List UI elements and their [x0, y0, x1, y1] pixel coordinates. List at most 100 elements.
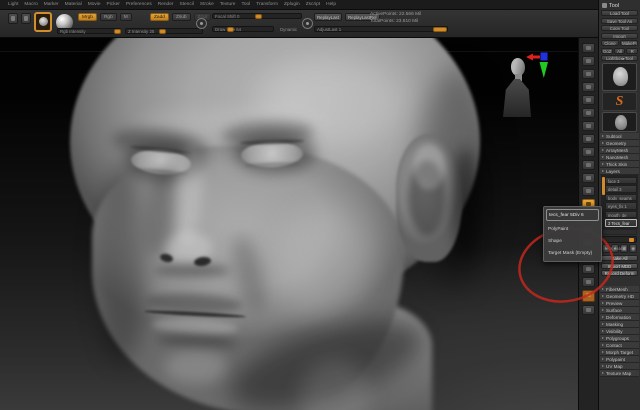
focal-group-icon[interactable]: [196, 18, 207, 29]
menu-item[interactable]: Transform: [256, 2, 278, 7]
seethrough-icon[interactable]: [582, 277, 595, 287]
rgb-intensity-slider[interactable]: Rgb Intensity: [57, 28, 121, 34]
layers-scrollbar[interactable]: [602, 176, 605, 195]
tool-subpalette[interactable]: Thick Skin: [600, 160, 639, 168]
aahalf-icon[interactable]: [582, 95, 595, 105]
menu-item[interactable]: Texture: [220, 2, 236, 7]
tool-subpalette[interactable]: Subtool: [600, 132, 639, 140]
z-intensity-slider[interactable]: Z Intensity 25: [125, 28, 203, 34]
menu-item[interactable]: Marker: [44, 2, 59, 7]
persp-icon[interactable]: [582, 108, 595, 118]
adjust-last-knob[interactable]: [433, 27, 447, 32]
tool-button[interactable]: All: [613, 47, 626, 54]
solo-icon[interactable]: [582, 186, 595, 196]
tool-subpalette[interactable]: Contact: [600, 341, 639, 349]
tool-subpalette-layers[interactable]: Layers: [600, 167, 639, 175]
replay-button[interactable]: ReplayLast: [314, 13, 342, 21]
tool-subpalette[interactable]: FiberMesh: [600, 285, 639, 293]
tool-subpalette[interactable]: Geometry HD: [600, 292, 639, 300]
paint-mode-button[interactable]: Mrgb: [78, 13, 97, 21]
menu-item[interactable]: Movie: [88, 2, 101, 7]
tool-subpalette[interactable]: UV Map: [600, 362, 639, 370]
bpr-icon[interactable]: [582, 43, 595, 53]
simplebrush-thumbnail[interactable]: S: [602, 91, 637, 111]
tool-button[interactable]: Clone: [601, 40, 619, 46]
layer-item[interactable]: 3 Tecs_fear: [605, 219, 637, 227]
document-icon[interactable]: [21, 13, 31, 24]
layer-item[interactable]: face 3: [605, 176, 637, 184]
rgb-intensity-knob[interactable]: [114, 29, 121, 34]
tool-subpalette[interactable]: NanoMesh: [600, 153, 639, 161]
menu-item[interactable]: Picker: [107, 2, 120, 7]
color-swatch[interactable]: [582, 290, 595, 302]
menu-item[interactable]: Stencil: [179, 2, 193, 7]
ghost-icon[interactable]: [582, 173, 595, 183]
draw-size-slider[interactable]: Draw Size 64: [212, 26, 274, 32]
layer-item[interactable]: body_seams: [605, 193, 637, 201]
menu-item[interactable]: Preferences: [126, 2, 152, 7]
tool-subpalette[interactable]: Morph Target: [600, 348, 639, 356]
transp-icon[interactable]: [582, 160, 595, 170]
menu-item[interactable]: Help: [326, 2, 336, 7]
active-tool-thumbnail[interactable]: [602, 62, 637, 91]
layer-item[interactable]: mouth_de: [605, 210, 637, 218]
zoom-icon[interactable]: [582, 69, 595, 79]
lsym-icon[interactable]: [582, 147, 595, 157]
menu-item[interactable]: Stroke: [200, 2, 214, 7]
tool-button[interactable]: Copy Tool: [601, 25, 638, 31]
layer-slider-knob[interactable]: [629, 237, 634, 242]
tool-subpalette[interactable]: Preview: [600, 299, 639, 307]
lightbox-tool-button[interactable]: Lightbox▸Tool: [601, 55, 638, 61]
layers-action-button[interactable]: Import MDD: [601, 262, 638, 269]
paint-mode-button[interactable]: M: [119, 13, 132, 21]
axis-gizmo-icon[interactable]: [526, 52, 548, 80]
canvas-viewport[interactable]: [0, 38, 578, 410]
tool-button[interactable]: MakePolyMesh3D: [620, 40, 638, 46]
tool-button[interactable]: R: [626, 47, 639, 54]
context-menu-item[interactable]: Target Mask (Empty): [546, 247, 599, 259]
layer-item[interactable]: eyes_fix 1: [605, 202, 637, 210]
z-intensity-knob[interactable]: [159, 29, 166, 34]
tool-subpalette[interactable]: ArrayMesh: [600, 146, 639, 154]
tool-subpalette[interactable]: Masking: [600, 320, 639, 328]
actual-icon[interactable]: [582, 82, 595, 92]
tool-subpalette[interactable]: Surface: [600, 306, 639, 314]
context-menu-item[interactable]: PolyPaint: [546, 223, 599, 235]
layer-mini-button[interactable]: ◉: [629, 244, 637, 253]
brush-thumbnail[interactable]: [34, 12, 52, 32]
sculpt-mode-button[interactable]: Zsub: [171, 13, 191, 21]
menu-item[interactable]: Zscript: [306, 2, 320, 7]
focal-shift-knob[interactable]: [255, 14, 262, 19]
layers-action-button[interactable]: Record Deform: [601, 270, 638, 276]
layer-intensity-slider[interactable]: tecs_fear 5: [602, 235, 637, 251]
markers-icon[interactable]: [582, 264, 595, 274]
dynamic-button[interactable]: Dynamic: [280, 27, 297, 32]
stroke-group-icon[interactable]: [302, 18, 313, 29]
tool-button[interactable]: Save Tool As: [601, 17, 638, 24]
menu-item[interactable]: Macro: [24, 2, 37, 7]
focal-shift-slider[interactable]: Focal Shift 0: [212, 13, 302, 19]
tool-button[interactable]: Import: [601, 32, 638, 39]
gradient-icon[interactable]: [582, 305, 595, 315]
tool-subpalette[interactable]: Visibility: [600, 327, 639, 335]
pen-icon[interactable]: [8, 13, 18, 24]
layer-item[interactable]: detail 3: [605, 185, 637, 193]
menu-item[interactable]: Material: [65, 2, 82, 7]
floor-icon[interactable]: [582, 121, 595, 131]
menu-item[interactable]: Light: [8, 2, 18, 7]
tool-button[interactable]: GoZ: [601, 47, 613, 54]
tool-button[interactable]: Load Tool: [601, 10, 638, 16]
sculpt-mode-button[interactable]: Zadd: [150, 13, 169, 21]
tool-subpalette[interactable]: Deformation: [600, 313, 639, 321]
tool-subpalette[interactable]: Texture Map: [600, 369, 639, 377]
tool-subpalette[interactable]: Geometry: [600, 139, 639, 147]
menu-item[interactable]: Render: [158, 2, 174, 7]
layers-action-button[interactable]: Bake All: [601, 255, 638, 261]
menu-item[interactable]: Zplugin: [284, 2, 300, 7]
paint-mode-button[interactable]: Rgb: [99, 13, 117, 21]
draw-size-knob[interactable]: [227, 27, 234, 32]
menu-item[interactable]: Tool: [241, 2, 250, 7]
context-menu-item[interactable]: Shape: [546, 235, 599, 247]
recent-tool-thumbnail[interactable]: [602, 111, 637, 132]
scroll-icon[interactable]: [582, 56, 595, 66]
